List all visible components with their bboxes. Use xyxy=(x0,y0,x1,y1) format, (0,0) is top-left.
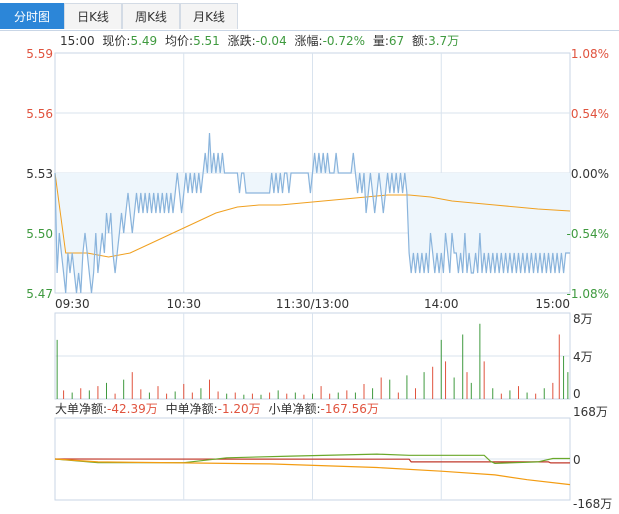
info-price: 5.49 xyxy=(130,34,157,48)
tab-intraday[interactable]: 分时图 xyxy=(0,3,64,29)
time-tick-label: 10:30 xyxy=(166,297,201,311)
info-time: 15:00 xyxy=(60,34,95,48)
info-price-label: 现价: xyxy=(102,34,130,48)
time-axis: 09:30 10:30 11:30/13:00 14:00 15:00 xyxy=(55,297,570,311)
info-change-label: 涨跌: xyxy=(228,33,256,48)
tab-weekly-kline[interactable]: 周K线 xyxy=(122,3,180,29)
info-amount-label: 额: xyxy=(412,34,428,48)
price-axis-left: 5.59 5.56 5.53 5.50 5.47 xyxy=(26,47,53,301)
flow-legend: 大单净额:-42.39万 中单净额:-1.20万 小单净额:-167.56万 xyxy=(55,401,379,416)
info-avg-label: 均价: xyxy=(165,34,193,48)
price-tick-label: 5.56 xyxy=(26,107,53,121)
volume-tick-label: 4万 xyxy=(573,350,593,364)
flow-tick-label: -168万 xyxy=(573,497,612,511)
chart-type-tabs: 分时图 日K线 周K线 月K线 xyxy=(0,0,619,31)
percent-tick-label: 1.08% xyxy=(571,47,609,61)
info-avg: 5.51 xyxy=(193,34,220,48)
flow-big-label: 大单净额: xyxy=(55,402,107,416)
volume-axis: 8万 4万 0 xyxy=(573,312,593,401)
info-amount: 3.7万 xyxy=(428,34,459,48)
percent-tick-label: -1.08% xyxy=(567,287,609,301)
info-vol: 67 xyxy=(389,34,404,48)
info-vol-label: 量: xyxy=(373,34,389,48)
flow-mid-label: 中单净额: xyxy=(166,401,218,416)
flow-small-label: 小单净额: xyxy=(269,402,321,416)
percent-tick-label: 0.54% xyxy=(571,107,609,121)
volume-tick-label: 0 xyxy=(573,387,581,401)
percent-axis-right: 1.08% 0.54% 0.00% -0.54% -1.08% xyxy=(567,47,609,301)
time-tick-label: 09:30 xyxy=(55,297,90,311)
volume-tick-label: 8万 xyxy=(573,312,593,326)
info-pct-label: 涨幅: xyxy=(295,33,323,48)
tab-daily-kline[interactable]: 日K线 xyxy=(64,3,122,29)
flow-small: -167.56万 xyxy=(321,402,379,416)
percent-tick-label: 0.00% xyxy=(571,167,609,181)
price-tick-label: 5.59 xyxy=(26,47,53,61)
time-tick-label: 15:00 xyxy=(535,297,570,311)
flow-mid: -1.20万 xyxy=(218,402,261,416)
price-tick-label: 5.53 xyxy=(26,167,53,181)
flow-tick-label: 168万 xyxy=(573,405,608,419)
percent-tick-label: -0.54% xyxy=(567,227,609,241)
flow-axis: 168万 0 -168万 xyxy=(573,405,612,511)
tab-monthly-kline[interactable]: 月K线 xyxy=(180,3,238,29)
info-change: -0.04 xyxy=(256,34,287,48)
stock-chart[interactable]: 15:00 现价:5.49 均价:5.51 涨跌:-0.04 涨幅:-0.72%… xyxy=(0,31,619,514)
info-pct: -0.72% xyxy=(323,34,365,48)
info-line: 15:00 现价:5.49 均价:5.51 涨跌:-0.04 涨幅:-0.72%… xyxy=(60,33,459,48)
flow-tick-label: 0 xyxy=(573,453,581,467)
time-tick-label: 11:30/13:00 xyxy=(276,297,349,311)
price-tick-label: 5.47 xyxy=(26,287,53,301)
price-tick-label: 5.50 xyxy=(26,227,53,241)
time-tick-label: 14:00 xyxy=(424,297,459,311)
flow-big: -42.39万 xyxy=(107,402,158,416)
